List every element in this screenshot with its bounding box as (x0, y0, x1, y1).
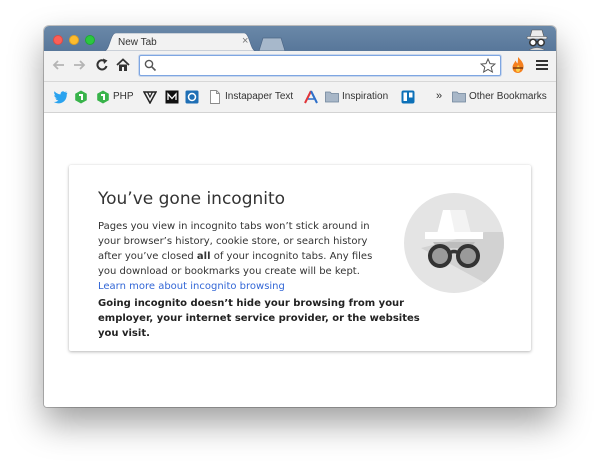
tab-close-icon[interactable]: × (242, 36, 248, 47)
maximize-window-button[interactable] (85, 35, 95, 45)
tab-title: New Tab (118, 37, 157, 48)
bookmark-evernote[interactable] (74, 89, 90, 105)
bookmark-label: Instapaper Text (225, 91, 294, 102)
verge-logo-icon (143, 91, 157, 104)
minimize-window-button[interactable] (69, 35, 79, 45)
description-emphasis: all (196, 251, 211, 262)
toolbar (44, 51, 556, 82)
bookmark-php[interactable]: PHP (96, 89, 136, 105)
page-icon (210, 90, 220, 104)
back-arrow-icon[interactable] (51, 57, 67, 73)
close-window-button[interactable] (53, 35, 63, 45)
reload-icon[interactable] (94, 57, 110, 73)
bookmark-verge[interactable] (143, 89, 159, 105)
omnibox-input[interactable] (160, 58, 476, 73)
green-hexagon-icon (97, 90, 109, 104)
home-icon[interactable] (115, 57, 131, 73)
incognito-avatar-icon (526, 29, 548, 51)
star-icon[interactable] (480, 58, 496, 73)
bookmark-blue-square[interactable] (185, 89, 201, 105)
forward-arrow-icon[interactable] (71, 57, 87, 73)
search-icon (144, 59, 157, 72)
bookmark-folder-other[interactable]: Other Bookmarks (452, 89, 552, 105)
green-hexagon-icon (75, 90, 87, 104)
browser-window: New Tab × PHP Instapaper Text Inspiratio… (44, 26, 556, 407)
bookmark-label: PHP (113, 91, 134, 102)
incognito-warning: Going incognito doesn’t hide your browsi… (98, 298, 420, 339)
twitter-bird-icon (53, 91, 68, 104)
blue-square-icon (185, 90, 199, 104)
incognito-spy-icon (404, 193, 504, 293)
incognito-description: Pages you view in incognito tabs won’t s… (98, 219, 388, 294)
folder-icon (452, 91, 466, 103)
double-chevron-icon: » (436, 90, 443, 102)
medium-logo-icon (165, 90, 179, 104)
page-title: You’ve gone incognito (98, 189, 286, 209)
title-bar: New Tab × (44, 26, 556, 51)
bookmark-arc[interactable] (304, 89, 320, 105)
bookmarks-bar: PHP Instapaper Text Inspiration » Other … (44, 82, 556, 113)
bookmark-label: Other Bookmarks (469, 91, 547, 102)
bookmark-instapaper-text[interactable]: Instapaper Text (209, 89, 295, 105)
address-bar[interactable] (139, 55, 501, 76)
tab-new-tab[interactable]: New Tab × (104, 33, 256, 51)
folder-icon (325, 91, 339, 103)
new-tab-button[interactable] (257, 37, 287, 51)
trello-logo-icon (401, 90, 415, 104)
bookmarks-overflow-chevron[interactable]: » (436, 89, 446, 105)
bookmark-folder-inspiration[interactable]: Inspiration (325, 89, 395, 105)
incognito-card: You’ve gone incognito Pages you view in … (69, 165, 531, 351)
hamburger-menu-icon[interactable] (535, 57, 549, 73)
incognito-page: You’ve gone incognito Pages you view in … (44, 113, 556, 407)
bookmark-label: Inspiration (342, 91, 389, 102)
tricolor-a-icon (304, 90, 318, 104)
bookmark-twitter[interactable] (53, 89, 69, 105)
learn-more-link[interactable]: Learn more about incognito browsing (98, 281, 285, 292)
flame-extension-icon[interactable] (510, 56, 526, 74)
bookmark-trello[interactable] (401, 89, 417, 105)
bookmark-medium[interactable] (165, 89, 181, 105)
